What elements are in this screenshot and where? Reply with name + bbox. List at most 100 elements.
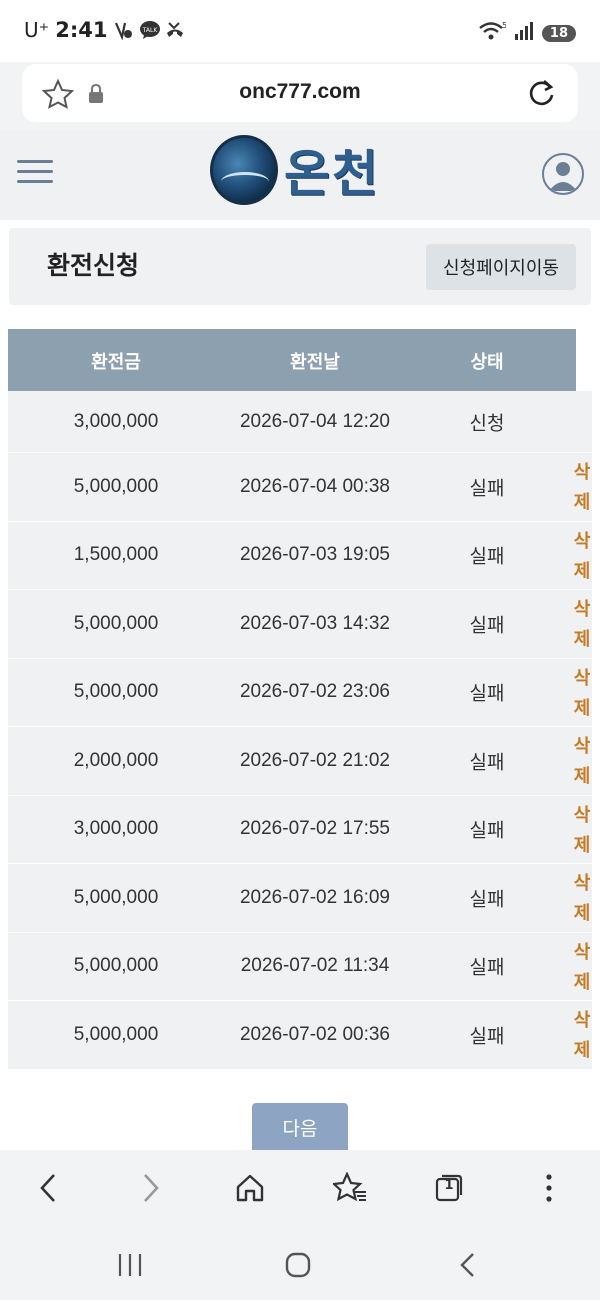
row-date: 2026-07-02 11:34 <box>240 955 390 977</box>
header-status: 상태 <box>470 352 504 373</box>
bookmarks-icon[interactable] <box>332 1170 368 1206</box>
table-row: 2,000,000 2026-07-02 21:02 실패 삭 제 <box>8 727 592 796</box>
delete-button[interactable]: 삭제 <box>572 1005 592 1065</box>
browser-address-area: onc777.com <box>0 62 600 130</box>
row-date: 2026-07-03 14:32 <box>239 612 390 634</box>
delete-label-char: 삭 <box>573 462 591 482</box>
address-bar[interactable]: onc777.com <box>22 64 578 122</box>
delete-button[interactable]: 삭제 <box>572 800 592 860</box>
delete-button[interactable]: 삭제 <box>572 594 592 654</box>
delete-label-char: 삭 <box>573 941 591 962</box>
row-amount: 5,000,000 <box>73 886 159 908</box>
delete-button[interactable]: 삭제 <box>572 663 592 723</box>
page-title: 환전신청 <box>47 251 140 280</box>
row-amount: 5,000,000 <box>73 681 159 703</box>
delete-label-char: 삭 <box>573 599 591 619</box>
more-options-icon[interactable] <box>531 1170 567 1206</box>
svg-text:5: 5 <box>502 21 506 30</box>
battery-indicator: 18 <box>541 24 576 42</box>
delete-button[interactable]: 삭제 <box>572 526 592 586</box>
row-date: 2026-07-02 00:36 <box>239 1023 390 1045</box>
row-status: 실패 <box>469 889 505 911</box>
delete-label-char: 제 <box>573 971 591 992</box>
table-body: 3,000,000 2026-07-04 12:20 신청 5,000,000 2026… <box>8 391 592 1070</box>
table-row: 3,000,000 2026-07-02 17:55 실패 삭 제 <box>8 795 592 864</box>
site-header: 온천 <box>0 130 600 220</box>
row-status: 실패 <box>469 820 505 842</box>
back-icon[interactable] <box>30 1170 66 1206</box>
clock: 2:41 <box>55 18 108 42</box>
delete-button[interactable]: 삭제 <box>572 457 592 517</box>
svg-text:TALK: TALK <box>142 27 159 34</box>
row-amount: 2,000,000 <box>73 749 159 771</box>
page-title-card: 환전신청 신청페이지이동 <box>9 228 591 305</box>
row-status: 실패 <box>469 1026 505 1048</box>
row-status: 실패 <box>469 615 505 637</box>
row-date: 2026-07-04 00:38 <box>239 475 390 497</box>
row-amount: 3,000,000 <box>73 818 159 840</box>
delete-label-char: 삭 <box>573 804 591 825</box>
delete-button[interactable]: 삭제 <box>572 937 592 997</box>
row-status: 실패 <box>469 752 505 774</box>
row-date: 2026-07-02 16:09 <box>239 886 390 908</box>
missed-call-icon <box>165 20 185 40</box>
row-date: 2026-07-02 23:06 <box>239 681 390 703</box>
row-status: 실패 <box>469 478 505 500</box>
site-logo[interactable]: 온천 <box>210 134 380 206</box>
row-date: 2026-07-04 12:20 <box>239 410 390 432</box>
table-row: 5,000,000 2026-07-04 00:38 실패 삭 제 <box>8 453 592 522</box>
header-amount: 환전금 <box>91 352 141 373</box>
row-amount: 5,000,000 <box>73 612 159 634</box>
table-row: 5,000,000 2026-07-02 23:06 실패 삭 제 <box>8 658 592 727</box>
signal-icon <box>514 21 534 45</box>
forward-icon[interactable] <box>133 1170 169 1206</box>
delete-label-char: 제 <box>573 1040 591 1060</box>
user-avatar-icon[interactable] <box>542 153 584 195</box>
row-status: 신청 <box>469 413 505 434</box>
row-amount: 5,000,000 <box>73 1023 159 1045</box>
browser-toolbar: 1 <box>0 1150 600 1228</box>
home-icon[interactable] <box>232 1170 268 1206</box>
row-date: 2026-07-02 17:55 <box>239 818 390 840</box>
row-status: 실패 <box>469 957 505 979</box>
home-nav-icon[interactable] <box>283 1250 313 1280</box>
wifi-icon: 5 <box>478 20 507 46</box>
table-header: 환전금 환전날 상태 <box>8 329 576 391</box>
carrier-label: U⁺ <box>24 18 50 42</box>
delete-label-char: 제 <box>573 629 591 649</box>
table-row: 5,000,000 2026-07-02 11:34 실패 삭 제 <box>8 932 592 1001</box>
table-row: 5,000,000 2026-07-02 00:36 실패 삭 제 <box>8 1001 592 1070</box>
tab-count: 1 <box>444 1178 454 1193</box>
delete-label-char: 제 <box>573 766 591 786</box>
delete-label-char: 제 <box>573 903 591 923</box>
delete-label-char: 제 <box>573 697 591 718</box>
table-row: 5,000,000 2026-07-03 14:32 실패 삭 제 <box>8 590 592 659</box>
delete-label-char: 삭 <box>573 873 591 893</box>
delete-label-char: 삭 <box>573 530 591 551</box>
go-to-apply-page-button[interactable]: 신청페이지이동 <box>426 244 576 290</box>
row-amount: 1,500,000 <box>73 544 159 566</box>
recent-apps-icon[interactable] <box>115 1250 145 1280</box>
delete-label-char: 제 <box>573 834 591 855</box>
row-status: 실패 <box>469 683 505 705</box>
vpn-key-icon <box>113 20 133 41</box>
row-amount: 3,000,000 <box>73 410 159 432</box>
status-bar: U⁺ 2:41 TALK 5 18 <box>0 0 600 62</box>
url-text: onc777.com <box>239 80 361 103</box>
reload-icon[interactable] <box>526 78 556 112</box>
hamburger-menu-icon[interactable] <box>17 160 53 186</box>
delete-label-char: 제 <box>573 492 591 512</box>
back-nav-icon[interactable] <box>452 1250 482 1280</box>
tabs-icon[interactable]: 1 <box>431 1170 467 1206</box>
logo-emblem-icon <box>210 135 278 205</box>
system-nav-bar <box>0 1228 600 1300</box>
delete-label-char: 삭 <box>573 736 591 756</box>
header-date: 환전날 <box>290 352 340 373</box>
table-row: 1,500,000 2026-07-03 19:05 실패 삭 제 <box>8 521 592 590</box>
talk-icon: TALK <box>139 20 161 40</box>
delete-label-char: 삭 <box>573 1010 591 1030</box>
next-page-button[interactable]: 다음 <box>252 1103 348 1151</box>
row-amount: 5,000,000 <box>73 475 159 497</box>
delete-button[interactable]: 삭제 <box>572 731 592 791</box>
delete-button[interactable]: 삭제 <box>572 868 592 928</box>
